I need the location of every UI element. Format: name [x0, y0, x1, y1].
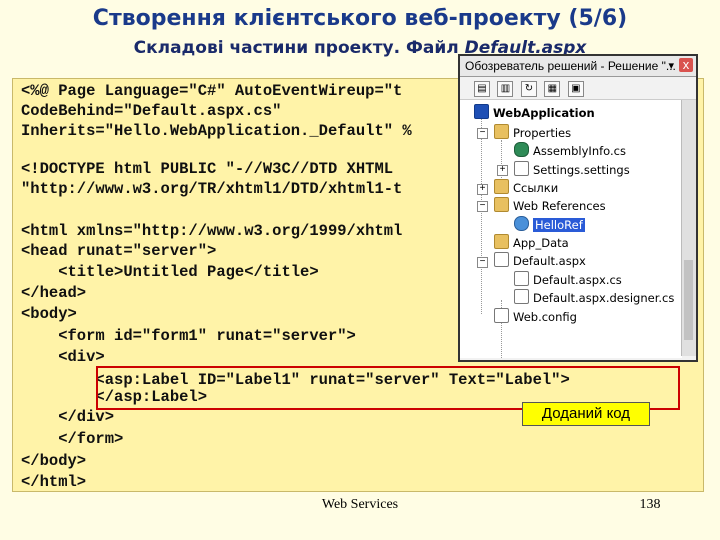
code-line: <%@ Page Language="C#" AutoEventWireup="…: [21, 82, 403, 100]
expand-icon[interactable]: +: [477, 184, 488, 195]
code-line: <html xmlns="http://www.w3.org/1999/xhtm…: [21, 222, 403, 240]
settings-file-icon: [514, 161, 529, 176]
tree-node-helloref[interactable]: HelloRef: [514, 216, 585, 233]
page-number: 138: [639, 497, 661, 512]
dropdown-icon[interactable]: ▾: [668, 56, 674, 76]
code-line: </html>: [21, 473, 87, 491]
explorer-tree: WebApplication − Properties AssemblyInfo…: [460, 100, 682, 358]
expand-icon[interactable]: +: [497, 165, 508, 176]
code-line: <div>: [21, 348, 105, 366]
tree-node-assemblyinfo[interactable]: AssemblyInfo.cs: [514, 142, 626, 159]
tree-node-webconfig[interactable]: Web.config: [494, 308, 577, 325]
cs-file-icon: [514, 142, 529, 157]
code-line: Inherits="Hello.WebApplication._Default"…: [21, 122, 412, 140]
tree-node-settings[interactable]: Settings.settings: [514, 161, 630, 178]
folder-icon: [494, 179, 509, 194]
view-designer-icon[interactable]: ▣: [567, 81, 584, 97]
code-line: <body>: [21, 305, 77, 323]
refresh-icon[interactable]: ↻: [520, 81, 537, 97]
footer-title: Web Services: [321, 497, 399, 512]
solution-explorer[interactable]: Обозреватель решений - Решение "... ▾ x …: [458, 54, 698, 362]
code-line: </form>: [21, 430, 124, 448]
properties-icon[interactable]: ▤: [474, 81, 490, 97]
tree-node-default-designer[interactable]: Default.aspx.designer.cs: [514, 289, 674, 306]
explorer-title: Обозреватель решений - Решение "...: [465, 59, 676, 73]
collapse-icon[interactable]: −: [477, 128, 488, 139]
explorer-scrollbar[interactable]: [681, 100, 696, 356]
explorer-title-bar: Обозреватель решений - Решение "... ▾ x: [460, 56, 696, 77]
folder-icon: [494, 124, 509, 139]
tree-node-default-cs[interactable]: Default.aspx.cs: [514, 271, 622, 288]
code-line: <title>Untitled Page</title>: [21, 263, 319, 281]
tree-node-webrefs[interactable]: Web References: [494, 197, 606, 214]
tree-node-default-aspx[interactable]: Default.aspx: [494, 252, 586, 269]
code-line: CodeBehind="Default.aspx.cs": [21, 102, 282, 120]
cs-file-icon: [514, 289, 529, 304]
scrollbar-thumb[interactable]: [684, 260, 693, 340]
code-line: </body>: [21, 452, 87, 470]
tree-node-properties[interactable]: Properties: [494, 124, 571, 141]
folder-icon: [494, 197, 509, 212]
tree-node-root[interactable]: WebApplication: [474, 104, 595, 121]
tree-node-appdata[interactable]: App_Data: [494, 234, 569, 251]
show-all-files-icon[interactable]: ▥: [497, 81, 514, 97]
code-line: </div>: [21, 408, 115, 426]
slide-title: Створення клієнтського веб-проекту (5/6): [92, 6, 628, 31]
code-line: </head>: [21, 284, 87, 302]
cs-file-icon: [514, 271, 529, 286]
code-line: "http://www.w3.org/TR/xhtml1/DTD/xhtml1-…: [21, 180, 403, 198]
project-icon: [474, 104, 489, 119]
view-code-icon[interactable]: ▦: [544, 81, 561, 97]
tree-node-refs[interactable]: Ссылки: [494, 179, 558, 196]
globe-icon: [514, 216, 529, 231]
collapse-icon[interactable]: −: [477, 201, 488, 212]
close-icon[interactable]: x: [679, 58, 693, 72]
subtitle-prefix: Складові частини проекту. Файл: [133, 38, 465, 58]
added-code-label: Доданий код: [522, 402, 650, 426]
code-line: <!DOCTYPE html PUBLIC "-//W3C//DTD XHTML: [21, 160, 394, 178]
code-line: <head runat="server">: [21, 242, 217, 260]
explorer-toolbar: ▤ ▥ ↻ ▦ ▣: [460, 77, 696, 100]
code-line: <form id="form1" runat="server">: [21, 327, 356, 345]
aspx-file-icon: [494, 252, 509, 267]
folder-icon: [494, 234, 509, 249]
collapse-icon[interactable]: −: [477, 257, 488, 268]
config-file-icon: [494, 308, 509, 323]
